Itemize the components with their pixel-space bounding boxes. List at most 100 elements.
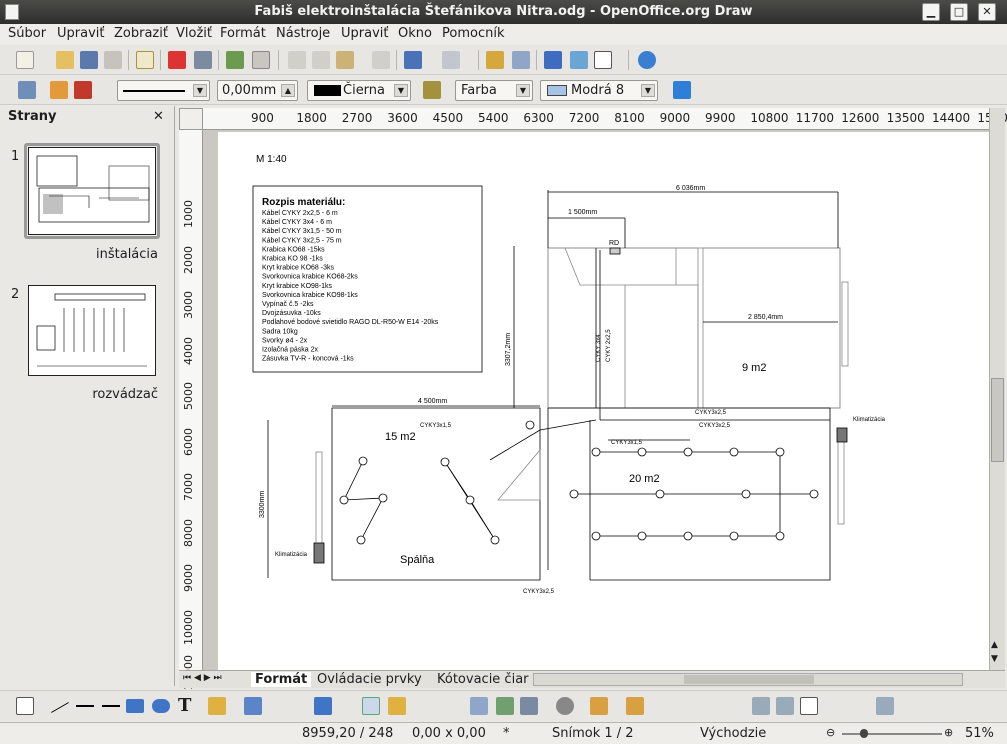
first-tab-icon[interactable]: ⏮ ◀ ▶ ⏭ bbox=[183, 673, 222, 683]
vertical-scrollbar[interactable]: ▲ ▼ bbox=[989, 108, 1005, 670]
tab-format[interactable]: Formát bbox=[251, 672, 312, 687]
status-bar: 8959,20 / 248 0,00 x 0,00 * Snímok 1 / 2… bbox=[0, 722, 1007, 744]
tab-dimension-lines[interactable]: Kótovacie čiar bbox=[437, 672, 529, 687]
paste-icon[interactable] bbox=[336, 51, 354, 69]
hscroll-thumb[interactable] bbox=[684, 675, 814, 684]
redo-icon[interactable] bbox=[442, 51, 460, 69]
maximize-button[interactable]: □ bbox=[950, 3, 968, 21]
slide-indicator: Snímok 1 / 2 bbox=[552, 726, 634, 741]
basic-shapes-icon[interactable] bbox=[314, 697, 332, 715]
extrusion-icon[interactable] bbox=[752, 697, 770, 715]
tab-controls[interactable]: Ovládacie prvky bbox=[317, 672, 422, 687]
zoom-icon[interactable] bbox=[594, 51, 612, 69]
line-style-select[interactable]: ▼ bbox=[117, 80, 210, 101]
ruler-corner[interactable] bbox=[179, 108, 203, 130]
chart-icon[interactable] bbox=[486, 51, 504, 69]
menu-help[interactable]: Pomocník bbox=[442, 26, 504, 41]
connector-tool-icon[interactable] bbox=[244, 697, 262, 715]
points-icon[interactable] bbox=[362, 697, 380, 715]
new-icon[interactable] bbox=[16, 51, 34, 69]
dimension-line-icon[interactable] bbox=[102, 705, 120, 707]
clone-format-icon[interactable] bbox=[372, 51, 390, 69]
arrow-style-icon[interactable] bbox=[50, 81, 68, 99]
slide-thumbnail-2[interactable] bbox=[28, 285, 156, 376]
material-item: Kryt krabice KO68 -3ks bbox=[262, 265, 334, 272]
ac-label: Klimatizácia bbox=[275, 552, 308, 558]
group-icon[interactable] bbox=[776, 697, 794, 715]
zoom-slider-thumb[interactable] bbox=[860, 729, 868, 738]
select-arrow-icon[interactable] bbox=[16, 697, 34, 715]
edit-icon[interactable] bbox=[104, 51, 122, 69]
menu-edit[interactable]: Upraviť bbox=[57, 26, 104, 41]
area-style-select[interactable]: Farba ▼ bbox=[455, 80, 533, 101]
glue-points-icon[interactable] bbox=[388, 697, 406, 715]
navigator-icon[interactable] bbox=[570, 51, 588, 69]
cable-label: CYKY3x2,5 bbox=[523, 589, 555, 595]
menu-modify[interactable]: Upraviť bbox=[341, 26, 388, 41]
gallery-icon[interactable] bbox=[520, 697, 538, 715]
undo-icon[interactable] bbox=[404, 51, 422, 69]
line-ends-icon[interactable] bbox=[74, 81, 92, 99]
scroll-down-icon[interactable]: ▼ bbox=[991, 654, 998, 664]
scroll-thumb[interactable] bbox=[991, 378, 1004, 462]
shadow-icon[interactable] bbox=[673, 81, 691, 99]
edit-file-icon[interactable] bbox=[136, 51, 154, 69]
material-item: Krabica KO68 -15ks bbox=[262, 246, 325, 253]
dimension-label: 1 500mm bbox=[568, 209, 597, 216]
rotate-icon[interactable] bbox=[556, 697, 574, 715]
ruler-tick-label: 7200 bbox=[568, 111, 600, 125]
scroll-up-icon[interactable]: ▲ bbox=[991, 640, 998, 650]
line-arrow-tool-icon[interactable] bbox=[76, 705, 94, 707]
zoom-tool-icon[interactable] bbox=[800, 697, 818, 715]
pane-close-button[interactable]: ✕ bbox=[153, 109, 164, 124]
open-icon[interactable] bbox=[56, 51, 74, 69]
area-icon[interactable] bbox=[423, 81, 441, 99]
vertical-ruler[interactable]: 1000 2000 3000 4000 5000 6000 7000 8000 9000 1000… bbox=[179, 130, 203, 690]
drawing-page[interactable]: M 1:40 Rozpis materiálu: Kábel CYKY 2x2,… bbox=[218, 132, 989, 670]
ungroup-icon[interactable] bbox=[876, 697, 894, 715]
help-icon[interactable] bbox=[638, 51, 656, 69]
from-file-icon[interactable] bbox=[496, 697, 514, 715]
print-icon[interactable] bbox=[194, 51, 212, 69]
horizontal-ruler[interactable]: 900 1800 2700 3600 4500 5400 6300 7200 8100 9000 9… bbox=[203, 108, 1007, 130]
ellipse-tool-icon[interactable] bbox=[152, 699, 170, 713]
line-color-select[interactable]: Čierna ▼ bbox=[307, 80, 411, 101]
menu-format[interactable]: Formát bbox=[220, 26, 266, 41]
menu-insert[interactable]: Vložiť bbox=[176, 26, 212, 41]
zoom-out-icon[interactable]: ⊖ bbox=[826, 726, 835, 739]
minimize-button[interactable]: ▁ bbox=[922, 3, 940, 21]
menu-file[interactable]: Súbor bbox=[8, 26, 46, 41]
pdf-icon[interactable] bbox=[168, 51, 186, 69]
cable-label: CYKY3x2,5 bbox=[699, 423, 731, 429]
cut-icon[interactable] bbox=[288, 51, 306, 69]
fontwork-icon[interactable] bbox=[470, 697, 488, 715]
menu-window[interactable]: Okno bbox=[398, 26, 432, 41]
text-tool-icon[interactable]: T bbox=[178, 695, 191, 716]
cable-label: CYKY 3x4 bbox=[596, 334, 602, 362]
show-draw-functions-icon[interactable] bbox=[544, 51, 562, 69]
horizontal-scrollbar[interactable] bbox=[533, 673, 963, 686]
material-item: Svorky ø4 - 2x bbox=[262, 337, 308, 344]
materials-title: Rozpis materiálu: bbox=[262, 197, 345, 208]
cable-label: CYKY3x2,5 bbox=[695, 410, 727, 416]
arrange-icon[interactable] bbox=[626, 697, 644, 715]
rectangle-tool-icon[interactable] bbox=[126, 699, 144, 713]
menu-view[interactable]: Zobraziť bbox=[114, 26, 168, 41]
slide-number: 1 bbox=[11, 149, 20, 164]
menu-tools[interactable]: Nástroje bbox=[276, 26, 330, 41]
close-button[interactable]: ✕ bbox=[978, 3, 996, 21]
line-tool-icon[interactable] bbox=[51, 702, 69, 713]
autospell-icon[interactable] bbox=[252, 51, 270, 69]
line-properties-icon[interactable] bbox=[18, 81, 36, 99]
copy-icon[interactable] bbox=[312, 51, 330, 69]
zoom-in-icon[interactable]: ⊕ bbox=[944, 726, 953, 739]
area-color-select[interactable]: Modrá 8 ▼ bbox=[540, 80, 658, 101]
align-icon[interactable] bbox=[590, 697, 608, 715]
line-width-field[interactable]: 0,00mm ▲ bbox=[217, 80, 298, 101]
zoom-slider[interactable] bbox=[842, 729, 942, 738]
spellcheck-icon[interactable] bbox=[226, 51, 244, 69]
table-icon[interactable] bbox=[512, 51, 530, 69]
save-icon[interactable] bbox=[80, 51, 98, 69]
slide-thumbnail-1[interactable] bbox=[28, 147, 156, 235]
curve-tool-icon[interactable] bbox=[208, 697, 226, 715]
